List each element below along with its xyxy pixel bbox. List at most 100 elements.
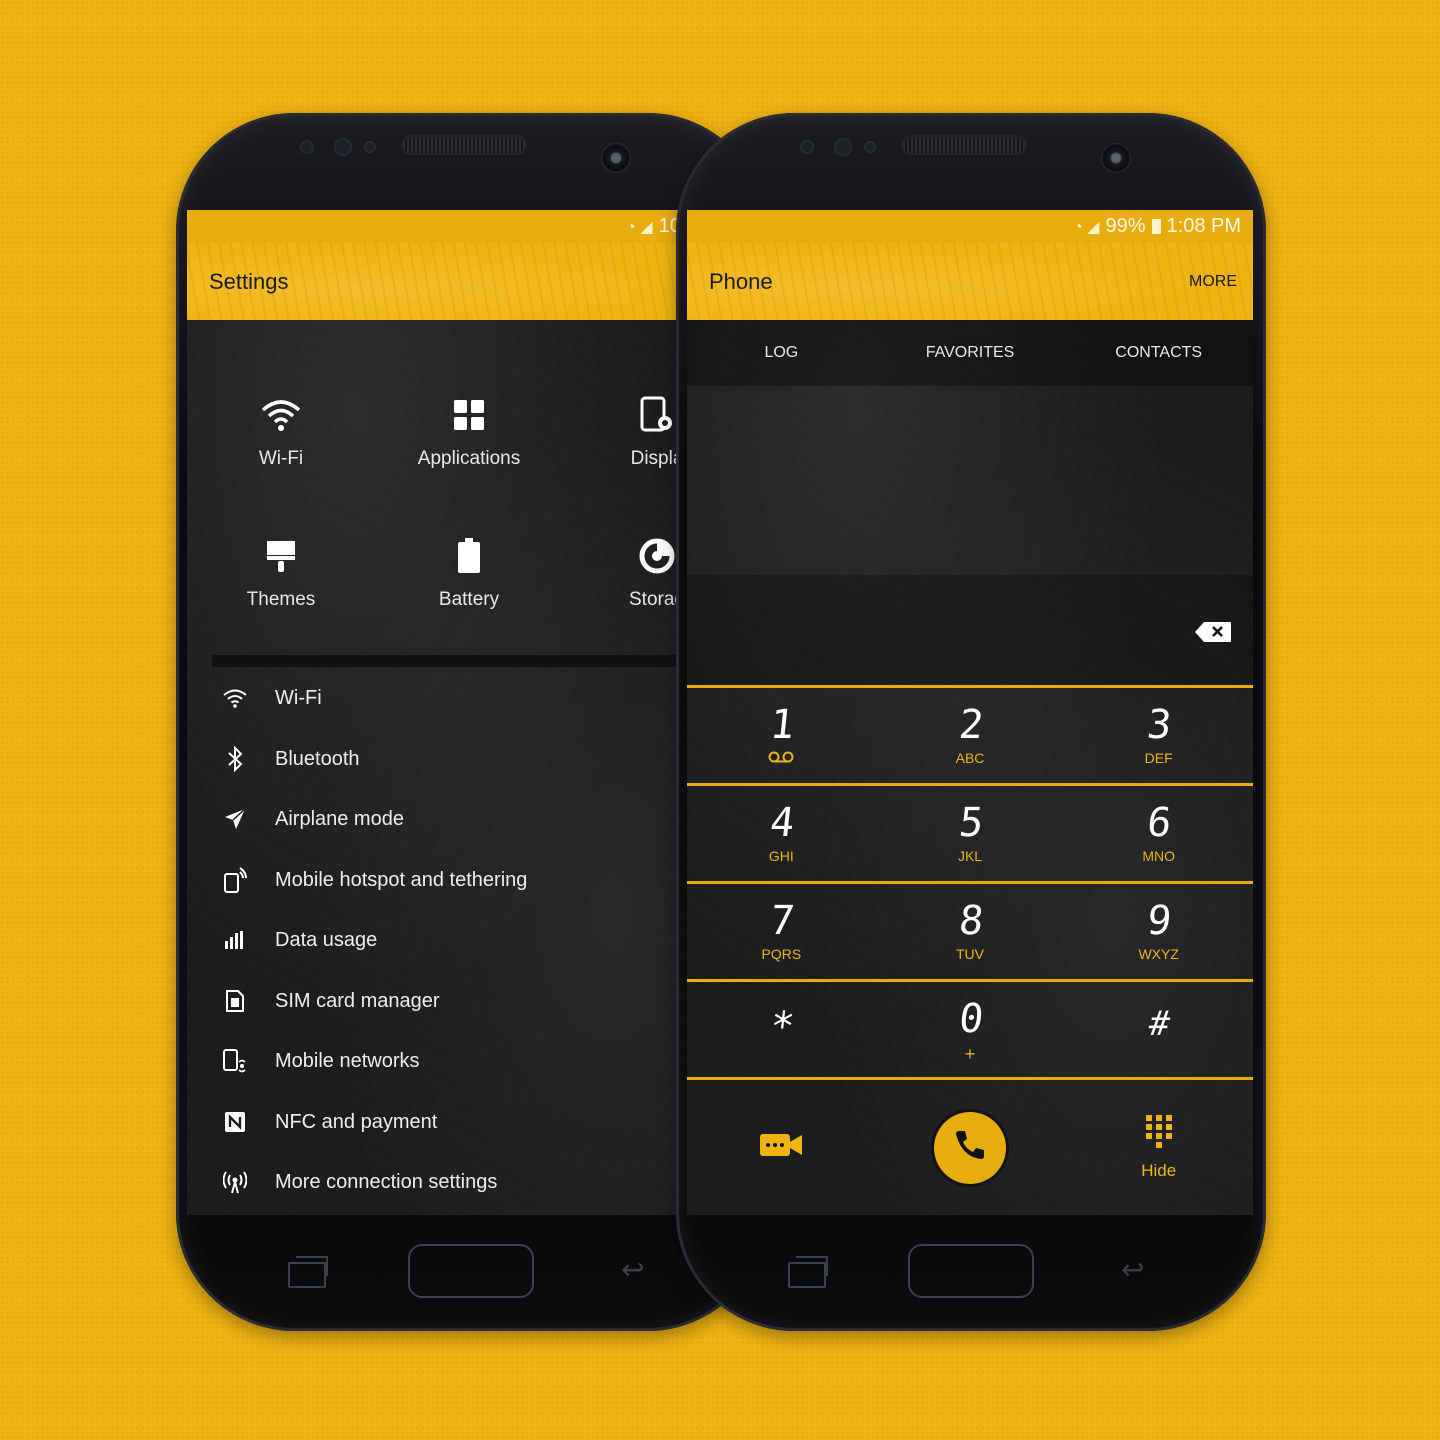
- sim-card-icon: [217, 989, 253, 1013]
- key-1[interactable]: 1: [687, 688, 876, 784]
- iris-sensor: [864, 141, 876, 153]
- tab-favorites[interactable]: FAVORITES: [876, 320, 1065, 386]
- key-digit: 9: [1145, 898, 1173, 944]
- light-sensor: [834, 138, 852, 156]
- key-digit: 1: [767, 702, 795, 748]
- video-call-button[interactable]: [687, 1131, 876, 1164]
- key-letters: GHI: [768, 848, 794, 864]
- list-item-nfc-payment[interactable]: NFC and payment: [187, 1092, 437, 1152]
- hide-label: Hide: [1141, 1161, 1177, 1180]
- app-bar: Phone MORE: [687, 243, 1253, 320]
- key-4[interactable]: 4 GHI: [687, 786, 876, 882]
- key-5[interactable]: 5 JKL: [876, 786, 1065, 882]
- key-digit: 0: [956, 996, 984, 1042]
- antenna-icon: [217, 1170, 253, 1194]
- video-call-icon: [759, 1131, 803, 1164]
- key-digit: 3: [1145, 702, 1173, 748]
- recent-apps-button[interactable]: [288, 1256, 328, 1288]
- key-letters: JKL: [957, 848, 983, 864]
- list-item-bluetooth[interactable]: Bluetooth: [187, 729, 360, 789]
- page-title: Settings: [209, 268, 289, 294]
- grid-item-themes[interactable]: Themes: [187, 531, 375, 611]
- front-camera: [601, 143, 631, 173]
- number-input-area[interactable]: [687, 575, 1253, 685]
- key-3[interactable]: 3 DEF: [1064, 688, 1253, 784]
- hide-keypad-button[interactable]: Hide: [1064, 1114, 1253, 1181]
- list-item-label: Airplane mode: [275, 807, 404, 830]
- list-item-label: Data usage: [275, 928, 378, 951]
- home-button[interactable]: [408, 1244, 534, 1298]
- keypad-row: 4 GHI 5 JKL 6 MNO: [687, 783, 1253, 882]
- call-button[interactable]: [934, 1111, 1006, 1184]
- status-time: 1:08 PM: [1166, 215, 1241, 237]
- recent-apps-button[interactable]: [788, 1256, 828, 1288]
- key-2[interactable]: 2 ABC: [876, 688, 1065, 784]
- tab-log[interactable]: LOG: [687, 320, 876, 386]
- more-button[interactable]: MORE: [1189, 273, 1237, 291]
- voicemail-icon: [687, 750, 876, 766]
- earpiece-speaker: [903, 137, 1025, 153]
- phone-icon: [952, 1127, 988, 1168]
- list-item-more-connection-settings[interactable]: More connection settings: [187, 1152, 497, 1212]
- key-letters: ABC: [955, 750, 985, 766]
- status-bar: ◔ ◢ 99% 1:08 PM: [687, 210, 1253, 243]
- list-item-mobile-hotspot[interactable]: Mobile hotspot and tethering: [187, 850, 527, 910]
- keypad-row: 7 PQRS 8 TUV 9 WXYZ: [687, 881, 1253, 980]
- key-7[interactable]: 7 PQRS: [687, 884, 876, 980]
- key-digit: 6: [1145, 800, 1173, 846]
- key-letters: WXYZ: [1138, 946, 1179, 962]
- key-letters: TUV: [956, 946, 984, 962]
- backspace-icon[interactable]: [1194, 621, 1232, 643]
- key-6[interactable]: 6 MNO: [1064, 786, 1253, 882]
- earpiece-speaker: [403, 137, 525, 153]
- key-digit: 2: [956, 702, 984, 748]
- wifi-icon: [187, 390, 375, 440]
- dialer-screen: ◔ ◢ 99% 1:08 PM Phone MORE LOG FAVORITES…: [687, 210, 1253, 1215]
- home-button[interactable]: [908, 1244, 1034, 1298]
- grid-item-label: Applications: [417, 448, 521, 469]
- settings-screen: ◔ ◢ 100% 12 Settings Wi-Fi Applications: [187, 210, 753, 1215]
- key-digit: 7: [767, 898, 795, 944]
- wifi-icon: [217, 688, 253, 708]
- list-item-label: Mobile hotspot and tethering: [275, 868, 528, 891]
- nfc-icon: [217, 1111, 253, 1133]
- key-8[interactable]: 8 TUV: [876, 884, 1065, 980]
- key-0[interactable]: 0 +: [876, 982, 1065, 1078]
- status-bar: ◔ ◢ 100% 12: [187, 210, 753, 243]
- key-letters: PQRS: [761, 946, 802, 962]
- key-digit: #: [1147, 1004, 1171, 1044]
- key-hash[interactable]: #: [1064, 982, 1253, 1078]
- list-item-label: Mobile networks: [275, 1049, 420, 1072]
- key-star[interactable]: *: [687, 982, 876, 1078]
- key-digit: 8: [956, 898, 984, 944]
- list-item-label: NFC and payment: [275, 1110, 438, 1133]
- front-camera: [1101, 143, 1131, 173]
- keypad-row: * 0 + #: [687, 979, 1253, 1078]
- dialer-actions: Hide: [687, 1080, 1253, 1215]
- back-button[interactable]: ↩: [621, 1256, 651, 1284]
- iris-sensor: [364, 141, 376, 153]
- grid-item-battery[interactable]: Battery: [375, 531, 563, 611]
- hotspot-icon: [217, 867, 253, 893]
- list-item-airplane-mode[interactable]: Airplane mode: [187, 789, 404, 849]
- dialer-tabs: LOG FAVORITES CONTACTS: [687, 320, 1253, 386]
- tab-contacts[interactable]: CONTACTS: [1064, 320, 1253, 386]
- key-digit: *: [767, 1004, 795, 1050]
- list-item-data-usage[interactable]: Data usage: [187, 910, 377, 970]
- section-divider: [212, 655, 753, 667]
- list-item-mobile-networks[interactable]: Mobile networks: [187, 1031, 420, 1091]
- page-title: Phone: [709, 268, 773, 294]
- grid-item-wifi[interactable]: Wi-Fi: [187, 390, 375, 470]
- list-item-sim-card-manager[interactable]: SIM card manager: [187, 971, 440, 1031]
- dialer-phone: ◔ ◢ 99% 1:08 PM Phone MORE LOG FAVORITES…: [676, 113, 1266, 1331]
- list-item-label: More connection settings: [275, 1170, 498, 1193]
- key-plus: +: [964, 1044, 976, 1064]
- airplane-icon: [217, 807, 253, 831]
- list-item-wifi[interactable]: Wi-Fi: [187, 668, 322, 728]
- back-button[interactable]: ↩: [1121, 1256, 1151, 1284]
- key-letters: MNO: [1142, 848, 1176, 864]
- grid-item-applications[interactable]: Applications: [375, 390, 563, 470]
- key-digit: 5: [956, 800, 984, 846]
- data-usage-icon: [217, 931, 253, 949]
- key-9[interactable]: 9 WXYZ: [1064, 884, 1253, 980]
